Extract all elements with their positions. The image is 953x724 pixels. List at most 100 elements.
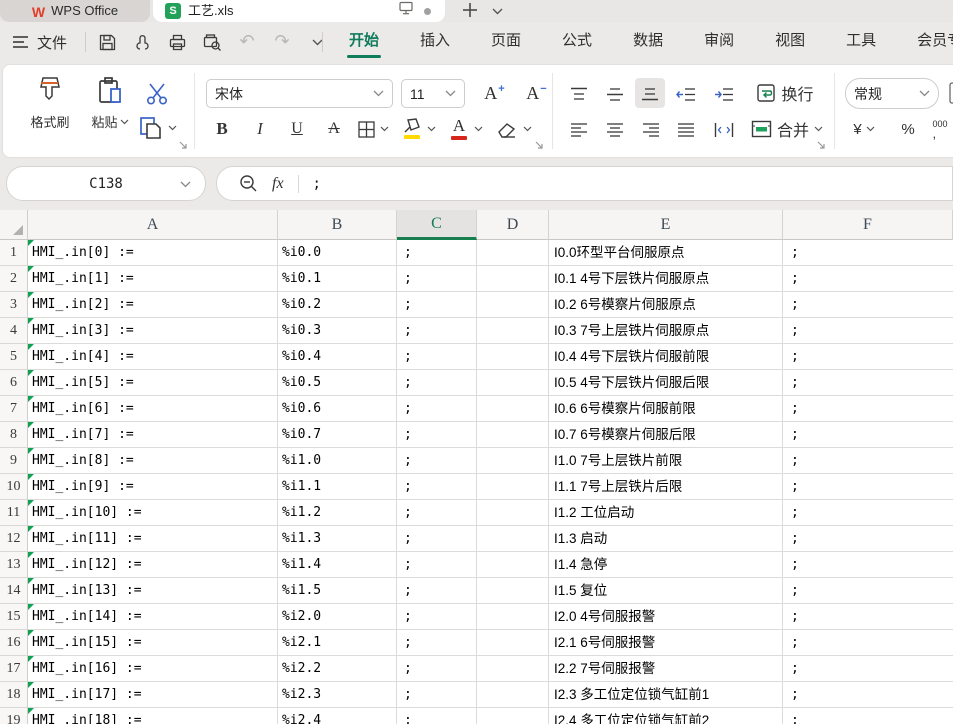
underline-button[interactable]: U xyxy=(284,115,310,143)
cell-D10[interactable] xyxy=(477,474,549,500)
increase-indent-button[interactable] xyxy=(709,81,739,107)
cell-C17[interactable]: ; xyxy=(397,656,477,682)
font-size-select[interactable]: 11 xyxy=(401,79,465,108)
currency-format-button[interactable]: ¥ xyxy=(847,115,881,143)
column-header-C[interactable]: C xyxy=(397,210,477,240)
save-button[interactable] xyxy=(96,31,118,53)
cell-D1[interactable] xyxy=(477,240,549,266)
cell-B9[interactable]: %i1.0 xyxy=(278,448,397,474)
row-header-10[interactable]: 10 xyxy=(0,474,28,500)
cell-B16[interactable]: %i2.1 xyxy=(278,630,397,656)
column-header-F[interactable]: F xyxy=(783,210,953,240)
cell-F19[interactable]: ; xyxy=(783,708,953,724)
group-expand-icon[interactable] xyxy=(535,141,544,150)
ribbon-tab-工具[interactable]: 工具 xyxy=(846,22,876,62)
document-tab[interactable]: S 工艺.xls xyxy=(153,0,445,22)
cell-E14[interactable]: I1.5 复位 xyxy=(549,578,783,604)
paste-button[interactable]: 粘贴 xyxy=(85,75,135,131)
cell-C15[interactable]: ; xyxy=(397,604,477,630)
cell-style-icon[interactable] xyxy=(949,79,953,107)
cell-C8[interactable]: ; xyxy=(397,422,477,448)
ribbon-tab-插入[interactable]: 插入 xyxy=(420,22,450,62)
group-expand-icon[interactable] xyxy=(179,141,188,150)
cell-D14[interactable] xyxy=(477,578,549,604)
wrap-text-button[interactable]: 换行 xyxy=(745,79,825,107)
cell-B12[interactable]: %i1.3 xyxy=(278,526,397,552)
cell-A5[interactable]: HMI_.in[4] := xyxy=(28,344,278,370)
cell-A10[interactable]: HMI_.in[9] := xyxy=(28,474,278,500)
row-header-11[interactable]: 11 xyxy=(0,500,28,526)
print-button[interactable] xyxy=(166,31,188,53)
cell-D16[interactable] xyxy=(477,630,549,656)
borders-button[interactable] xyxy=(353,115,393,143)
cell-C6[interactable]: ; xyxy=(397,370,477,396)
cell-B14[interactable]: %i1.5 xyxy=(278,578,397,604)
cell-A12[interactable]: HMI_.in[11] := xyxy=(28,526,278,552)
percent-format-button[interactable]: % xyxy=(895,115,921,143)
distribute-text-button[interactable] xyxy=(709,117,739,143)
justify-button[interactable] xyxy=(671,117,701,143)
cell-F12[interactable]: ; xyxy=(783,526,953,552)
cell-E17[interactable]: I2.2 7号伺服报警 xyxy=(549,656,783,682)
group-expand-icon[interactable] xyxy=(817,141,826,150)
file-menu-button[interactable]: 文件 xyxy=(37,32,67,53)
cell-C1[interactable]: ; xyxy=(397,240,477,266)
comma-format-button[interactable]: 000 , xyxy=(925,115,953,143)
print-preview-button[interactable] xyxy=(201,31,223,53)
fx-icon[interactable]: fx xyxy=(272,175,284,193)
cell-A14[interactable]: HMI_.in[13] := xyxy=(28,578,278,604)
row-header-5[interactable]: 5 xyxy=(0,344,28,370)
cell-D9[interactable] xyxy=(477,448,549,474)
cell-A16[interactable]: HMI_.in[15] := xyxy=(28,630,278,656)
cell-F5[interactable]: ; xyxy=(783,344,953,370)
cell-D3[interactable] xyxy=(477,292,549,318)
ribbon-tab-数据[interactable]: 数据 xyxy=(633,22,663,62)
cell-C4[interactable]: ; xyxy=(397,318,477,344)
cell-E11[interactable]: I1.2 工位启动 xyxy=(549,500,783,526)
row-header-16[interactable]: 16 xyxy=(0,630,28,656)
cell-B15[interactable]: %i2.0 xyxy=(278,604,397,630)
cell-B3[interactable]: %i0.2 xyxy=(278,292,397,318)
row-header-1[interactable]: 1 xyxy=(0,240,28,266)
search-icon[interactable] xyxy=(239,174,258,193)
cell-D13[interactable] xyxy=(477,552,549,578)
cell-E1[interactable]: I0.0环型平台伺服原点 xyxy=(549,240,783,266)
cell-A7[interactable]: HMI_.in[6] := xyxy=(28,396,278,422)
row-header-17[interactable]: 17 xyxy=(0,656,28,682)
cell-B7[interactable]: %i0.6 xyxy=(278,396,397,422)
row-header-2[interactable]: 2 xyxy=(0,266,28,292)
cell-E18[interactable]: I2.3 多工位定位锁气缸前1 xyxy=(549,682,783,708)
cell-D4[interactable] xyxy=(477,318,549,344)
monitor-icon[interactable] xyxy=(398,1,414,16)
cell-D7[interactable] xyxy=(477,396,549,422)
redo-button[interactable]: ↷ xyxy=(271,31,293,53)
new-tab-button[interactable] xyxy=(460,0,480,20)
cell-C12[interactable]: ; xyxy=(397,526,477,552)
cell-E19[interactable]: I2.4 多工位定位锁气缸前2 xyxy=(549,708,783,724)
row-header-6[interactable]: 6 xyxy=(0,370,28,396)
fill-color-button[interactable] xyxy=(397,115,441,143)
eraser-button[interactable] xyxy=(491,115,537,143)
ribbon-tab-会员专享[interactable]: 会员专享 xyxy=(917,22,953,62)
ribbon-tab-审阅[interactable]: 审阅 xyxy=(704,22,734,62)
row-header-12[interactable]: 12 xyxy=(0,526,28,552)
tab-list-chevron-icon[interactable] xyxy=(492,2,503,20)
row-header-7[interactable]: 7 xyxy=(0,396,28,422)
cell-F4[interactable]: ; xyxy=(783,318,953,344)
name-box[interactable]: C138 xyxy=(6,166,206,201)
strikethrough-button[interactable]: A xyxy=(321,115,347,143)
cell-E12[interactable]: I1.3 启动 xyxy=(549,526,783,552)
cell-A8[interactable]: HMI_.in[7] := xyxy=(28,422,278,448)
cell-F16[interactable]: ; xyxy=(783,630,953,656)
cell-B17[interactable]: %i2.2 xyxy=(278,656,397,682)
cell-A11[interactable]: HMI_.in[10] := xyxy=(28,500,278,526)
cell-F8[interactable]: ; xyxy=(783,422,953,448)
cell-F1[interactable]: ; xyxy=(783,240,953,266)
cell-F2[interactable]: ; xyxy=(783,266,953,292)
cell-B10[interactable]: %i1.1 xyxy=(278,474,397,500)
cell-E2[interactable]: I0.1 4号下层铁片伺服原点 xyxy=(549,266,783,292)
cell-B8[interactable]: %i0.7 xyxy=(278,422,397,448)
qat-chevron-icon[interactable] xyxy=(306,31,328,53)
format-painter-button[interactable]: 格式刷 xyxy=(23,75,77,131)
cut-button[interactable] xyxy=(139,79,175,107)
